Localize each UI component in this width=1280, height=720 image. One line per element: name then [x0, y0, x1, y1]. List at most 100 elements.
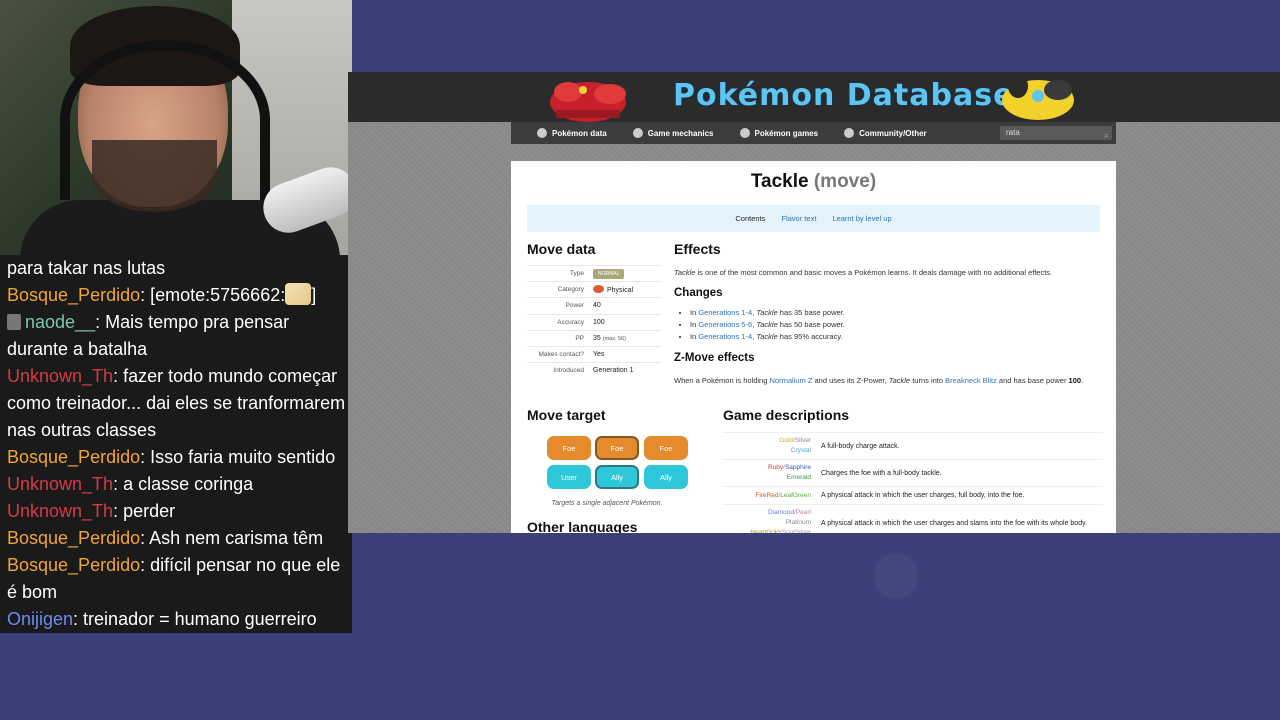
gear-icon — [632, 128, 643, 138]
game-version-link[interactable]: Emerald — [787, 474, 811, 481]
nav-community[interactable]: Community/Other — [818, 122, 927, 144]
chat-emote-icon — [285, 283, 312, 305]
chat-text: : treinador = humano guerreiro — [73, 609, 317, 629]
effects-text: Tackle is one of the most common and bas… — [674, 267, 1104, 278]
chat-message: Unknown_Th: fazer todo mundo começar com… — [7, 363, 352, 444]
chat-username[interactable]: Unknown_Th — [7, 474, 113, 494]
chat-username[interactable]: Bosque_Perdido — [7, 285, 140, 305]
site-title[interactable]: Pokémon Database — [673, 78, 1014, 113]
table-row: Introduced Generation 1 — [527, 362, 661, 379]
row-key: Introduced — [527, 362, 593, 379]
zmove-text: When a Pokémon is holding Normalium Z an… — [674, 376, 1084, 385]
target-ally-right: Ally — [644, 465, 688, 489]
game-version-link[interactable]: Pearl — [796, 509, 811, 516]
game-version-link[interactable]: Silver — [795, 437, 811, 444]
effects-heading: Effects — [674, 241, 721, 257]
nav-game-mechanics[interactable]: Game mechanics — [607, 122, 714, 144]
row-value[interactable]: Generation 1 — [593, 367, 633, 374]
nav-label: Community/Other — [859, 128, 927, 138]
game-versions: Ruby/Sapphire Emerald — [723, 459, 821, 487]
site-banner: Pokémon Database — [348, 72, 1280, 122]
changes-list: In Generations 1-4, Tackle has 35 base p… — [674, 307, 845, 343]
row-value: 40 — [593, 297, 661, 315]
chat-text: : [emote:5756662: — [140, 285, 286, 305]
gamepad-icon — [739, 128, 750, 138]
game-version-link[interactable]: Gold — [779, 437, 793, 444]
game-version-link[interactable]: Sapphire — [785, 464, 811, 471]
game-descriptions-table: Gold/Silver Crystal A full-body charge att… — [723, 432, 1103, 533]
generation-link[interactable]: Generations 5-6 — [698, 320, 752, 329]
game-version-link[interactable]: HeartGold — [750, 529, 780, 533]
game-version-link[interactable]: SoulSilver — [782, 529, 811, 533]
effects-body: is one of the most common and basic move… — [695, 268, 1053, 277]
chat-text: : perder — [113, 501, 176, 521]
game-version-link[interactable]: Diamond — [768, 509, 794, 516]
table-row: Ruby/Sapphire Emerald Charges the foe with… — [723, 459, 1103, 487]
nav-pokemon-games[interactable]: Pokémon games — [714, 122, 818, 144]
game-descriptions-heading: Game descriptions — [723, 407, 850, 423]
generation-link[interactable]: Generations 1-4 — [698, 308, 752, 317]
chat-username[interactable]: Unknown_Th — [7, 366, 113, 386]
move-target-heading: Move target — [527, 407, 606, 423]
changes-heading: Changes — [674, 287, 723, 299]
row-key: PP — [527, 329, 593, 347]
nav-label: Pokémon data — [552, 128, 607, 138]
toc-link-flavor-text[interactable]: Flavor text — [781, 214, 816, 223]
chat-text: ] — [311, 285, 317, 305]
generation-link[interactable]: Generations 1-4 — [698, 332, 752, 341]
speech-bubble-icon — [844, 128, 855, 138]
breakneck-blitz-link[interactable]: Breakneck Blitz — [945, 376, 997, 385]
row-key: Type — [527, 264, 593, 282]
game-versions: Diamond/Pearl Platinum HeartGold/SoulSilve… — [723, 504, 821, 533]
game-version-link[interactable]: FireRed — [755, 492, 778, 499]
search-input[interactable]: rata ⌕ — [1000, 126, 1112, 140]
target-foe-center: Foe — [595, 436, 639, 460]
chat-username[interactable]: Bosque_Perdido — [7, 555, 140, 575]
row-key: Power — [527, 297, 593, 315]
chat-username[interactable]: Bosque_Perdido — [7, 447, 140, 467]
game-version-link[interactable]: Crystal — [791, 447, 811, 454]
table-row: Makes contact? Yes — [527, 345, 661, 363]
zeraora-icon — [1002, 74, 1074, 120]
effects-move-name: Tackle — [674, 268, 696, 277]
chat-message: para takar nas lutas — [7, 255, 352, 282]
chat-message: Unknown_Th: a classe coringa — [7, 471, 352, 498]
pp-max: (max. 56) — [602, 335, 626, 342]
game-version-link[interactable]: Ruby — [768, 464, 783, 471]
other-languages-heading: Other languages — [527, 519, 638, 533]
stream-chat: para takar nas lutas Bosque_Perdido: [emo… — [0, 255, 352, 633]
headphones — [60, 40, 270, 200]
game-description-text: A physical attack in which the user char… — [821, 486, 1103, 505]
move-data-table: Type NORMAL Category Physical Power 40 Accu… — [527, 264, 661, 379]
chat-text: : Isso faria muito sentido — [140, 447, 336, 467]
chat-text: : a classe coringa — [113, 474, 254, 494]
chat-username[interactable]: naode__ — [25, 312, 95, 332]
target-ally-center: Ally — [595, 465, 639, 489]
chat-username[interactable]: Onijigen — [7, 609, 73, 629]
row-key: Accuracy — [527, 313, 593, 331]
chat-username[interactable]: Bosque_Perdido — [7, 528, 140, 548]
toc-link-learnt-by-level-up[interactable]: Learnt by level up — [832, 214, 891, 223]
chat-message: Bosque_Perdido: [emote:5756662:] — [7, 282, 352, 309]
game-description-text: A physical attack in which the user char… — [821, 504, 1103, 533]
game-version-link[interactable]: LeafGreen — [780, 492, 811, 499]
physical-category-icon — [593, 285, 604, 294]
list-item: In Generations 5-6, Tackle has 50 base p… — [690, 319, 845, 331]
move-page: Tackle (move) Contents Flavor text Learn… — [511, 161, 1116, 533]
normalium-z-link[interactable]: Normalium Z — [769, 376, 812, 385]
type-badge[interactable]: NORMAL — [593, 268, 625, 279]
list-item: In Generations 1-4, Tackle has 35 base p… — [690, 307, 845, 319]
chat-message: Bosque_Perdido: difícil pensar no que el… — [7, 552, 352, 606]
target-foe-left: Foe — [547, 436, 591, 460]
chat-message: Bosque_Perdido: Isso faria muito sentido — [7, 444, 352, 471]
nav-label: Game mechanics — [647, 128, 714, 138]
game-description-text: A full-body charge attack. — [821, 432, 1103, 460]
chat-username[interactable]: Unknown_Th — [7, 501, 113, 521]
game-versions: FireRed/LeafGreen — [723, 486, 821, 505]
target-foe-right: Foe — [644, 436, 688, 460]
nav-pokemon-data[interactable]: Pokémon data — [511, 122, 607, 144]
search-icon[interactable]: ⌕ — [1104, 128, 1109, 142]
move-data-heading: Move data — [527, 241, 596, 257]
chat-text: para takar nas lutas — [7, 258, 166, 278]
game-version-link[interactable]: Platinum — [786, 519, 811, 526]
